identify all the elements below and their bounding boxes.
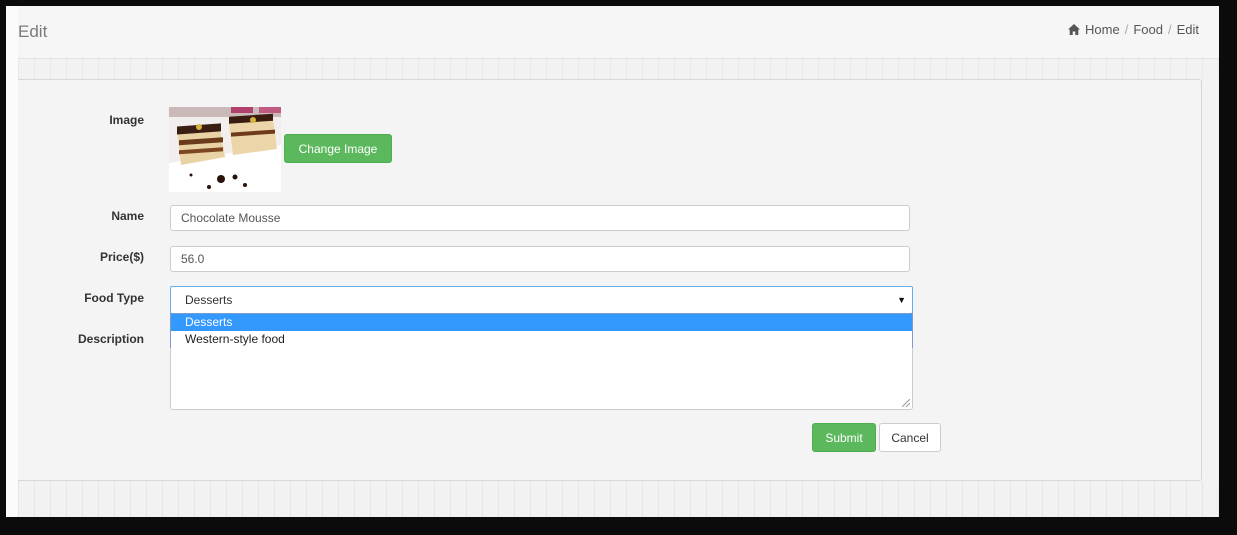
price-input[interactable]: 56.0 bbox=[170, 246, 910, 272]
resize-handle-icon[interactable] bbox=[902, 399, 910, 407]
app-window: Edit Home / Food / Edit Image Change Ima… bbox=[6, 6, 1219, 517]
food-type-option[interactable]: Desserts bbox=[171, 314, 912, 331]
home-icon bbox=[1068, 24, 1081, 35]
image-label: Image bbox=[109, 113, 144, 127]
left-edge bbox=[6, 6, 18, 517]
change-image-button[interactable]: Change Image bbox=[284, 134, 392, 163]
food-type-select[interactable]: Desserts ▼ bbox=[170, 286, 913, 314]
cancel-button[interactable]: Cancel bbox=[879, 423, 941, 452]
food-type-dropdown: Desserts Western-style food bbox=[170, 313, 913, 349]
food-type-option[interactable]: Western-style food bbox=[171, 331, 912, 348]
caret-down-icon: ▼ bbox=[897, 295, 906, 305]
submit-button[interactable]: Submit bbox=[812, 423, 876, 452]
breadcrumb-edit: Edit bbox=[1176, 22, 1199, 37]
breadcrumb-home[interactable]: Home bbox=[1085, 22, 1120, 37]
price-label: Price($) bbox=[99, 250, 144, 264]
name-input[interactable]: Chocolate Mousse bbox=[170, 205, 910, 231]
grid-band bbox=[18, 59, 1219, 79]
food-type-selected-value: Desserts bbox=[185, 293, 233, 307]
bottom-grid-band bbox=[18, 481, 1219, 517]
food-type-label: Food Type bbox=[84, 291, 144, 305]
breadcrumb-separator: / bbox=[1167, 22, 1172, 37]
page-title: Edit bbox=[18, 22, 48, 41]
breadcrumb-separator: / bbox=[1124, 22, 1129, 37]
cake-image bbox=[169, 107, 281, 192]
food-image bbox=[169, 107, 281, 192]
description-textarea[interactable] bbox=[170, 348, 913, 410]
name-label: Name bbox=[111, 209, 144, 223]
breadcrumb-food[interactable]: Food bbox=[1133, 22, 1163, 37]
page-header: Edit Home / Food / Edit bbox=[18, 6, 1219, 59]
breadcrumb: Home / Food / Edit bbox=[1068, 22, 1199, 37]
description-label: Description bbox=[77, 332, 144, 346]
